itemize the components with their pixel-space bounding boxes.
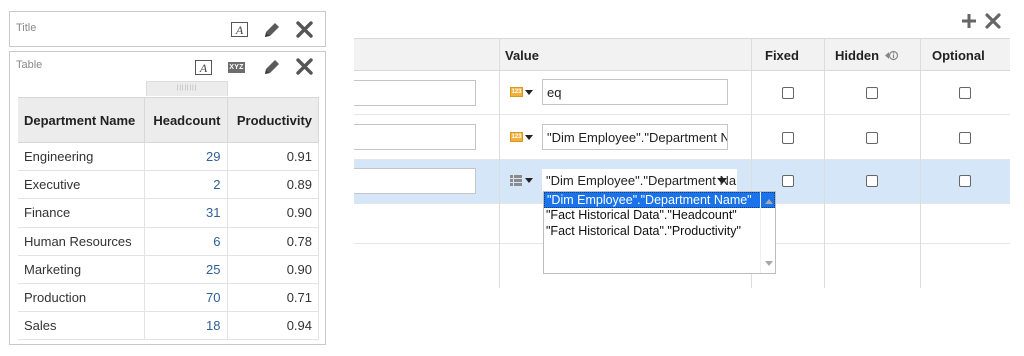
- value-type-button[interactable]: 123: [510, 87, 533, 97]
- chevron-down-icon[interactable]: [717, 178, 727, 184]
- chevron-down-icon: [525, 134, 533, 140]
- table-header-row: Department Name Headcount Productivity: [18, 97, 319, 143]
- format-text-icon[interactable]: A: [195, 60, 212, 75]
- fixed-checkbox[interactable]: [782, 132, 794, 144]
- plus-icon[interactable]: [961, 13, 977, 34]
- cell-department: Finance: [18, 198, 145, 228]
- dropdown-option[interactable]: "Fact Historical Data"."Productivity": [544, 224, 775, 240]
- table-row: Human Resources 6 0.78: [18, 226, 319, 256]
- cell-productivity: 0.90: [226, 254, 319, 284]
- title-view: Title A: [9, 11, 326, 47]
- cell-productivity: 0.71: [226, 282, 319, 313]
- cell-productivity: 0.94: [226, 311, 319, 341]
- cell-department: Production: [18, 282, 145, 313]
- column-divider: [499, 38, 500, 288]
- chevron-down-icon: [525, 178, 533, 183]
- optional-checkbox[interactable]: [959, 132, 971, 144]
- column-header[interactable]: Department Name: [18, 97, 145, 143]
- cell-department: Engineering: [18, 141, 145, 172]
- chevron-down-icon: [525, 89, 533, 95]
- grid-actions: [961, 13, 1001, 34]
- cell-productivity: 0.90: [226, 198, 319, 228]
- hidden-checkbox[interactable]: [866, 87, 878, 99]
- column-drag-handle[interactable]: ||||||||: [146, 81, 228, 96]
- table-row: Finance 31 0.90: [18, 198, 319, 228]
- optional-checkbox[interactable]: [959, 175, 971, 187]
- grid-header: Value Fixed Hidden Optional: [354, 38, 1010, 71]
- prompt-row: 123 "Dim Employee"."Department Nа: [354, 115, 1010, 160]
- fixed-checkbox[interactable]: [782, 175, 794, 187]
- column-header[interactable]: Productivity: [226, 97, 319, 143]
- cell-department: Executive: [18, 170, 145, 200]
- dropdown-scrollbar[interactable]: [760, 192, 775, 273]
- column-header-fixed: Fixed: [765, 48, 799, 63]
- column-header-hidden: Hidden: [835, 48, 898, 64]
- close-icon[interactable]: [296, 58, 313, 75]
- title-view-label: Title: [16, 22, 37, 34]
- xyz-icon[interactable]: XYZ: [228, 62, 245, 73]
- dropdown-option[interactable]: "Dim Employee"."Department Name": [544, 192, 775, 208]
- prompt-value-input[interactable]: eq: [542, 79, 728, 105]
- dropdown-option[interactable]: "Fact Historical Data"."Headcount": [544, 208, 775, 224]
- value-type-button[interactable]: [510, 175, 533, 186]
- number-type-icon: 123: [510, 87, 523, 97]
- prompt-value-select[interactable]: "Dim Employee"."Department Nа: [542, 169, 737, 192]
- info-icon[interactable]: [884, 49, 898, 64]
- prompt-name-input[interactable]: [354, 124, 476, 150]
- cell-department: Human Resources: [18, 226, 145, 256]
- hidden-checkbox[interactable]: [866, 132, 878, 144]
- hidden-checkbox[interactable]: [866, 175, 878, 187]
- prompt-value-select-text: "Dim Employee"."Department Nа: [546, 173, 737, 188]
- cell-headcount[interactable]: 29: [143, 141, 228, 172]
- value-type-button[interactable]: 123: [510, 132, 533, 142]
- cell-headcount[interactable]: 31: [143, 198, 228, 228]
- column-header-value: Value: [505, 48, 539, 63]
- data-table: Department Name Headcount Productivity E…: [18, 97, 319, 341]
- table-view: Table A XYZ |||||||| Department Name Hea…: [9, 51, 326, 345]
- optional-checkbox[interactable]: [959, 87, 971, 99]
- cell-productivity: 0.78: [226, 226, 319, 256]
- cell-headcount[interactable]: 70: [143, 282, 228, 313]
- cell-productivity: 0.89: [226, 170, 319, 200]
- format-text-icon[interactable]: A: [231, 22, 248, 37]
- table-row: Engineering 29 0.91: [18, 141, 319, 172]
- list-type-icon: [510, 175, 523, 186]
- close-icon[interactable]: [985, 13, 1001, 34]
- table-row: Marketing 25 0.90: [18, 254, 319, 284]
- scroll-down-icon[interactable]: [765, 261, 773, 266]
- number-type-icon: 123: [510, 132, 523, 142]
- prompt-row: 123 eq: [354, 71, 1010, 115]
- table-row: Executive 2 0.89: [18, 170, 319, 200]
- table-row: Sales 18 0.94: [18, 311, 319, 341]
- column-header-hidden-label: Hidden: [835, 48, 880, 63]
- cell-department: Marketing: [18, 254, 145, 284]
- column-divider: [920, 38, 921, 288]
- prompt-name-input[interactable]: [354, 168, 476, 194]
- cell-headcount[interactable]: 18: [143, 311, 228, 341]
- column-header-optional: Optional: [932, 48, 985, 63]
- column-divider: [824, 38, 825, 288]
- table-row: Production 70 0.71: [18, 282, 319, 313]
- scroll-up-icon[interactable]: [765, 199, 773, 204]
- table-view-label: Table: [16, 59, 43, 71]
- cell-headcount[interactable]: 25: [143, 254, 228, 284]
- cell-headcount[interactable]: 6: [143, 226, 228, 256]
- close-icon[interactable]: [296, 21, 313, 38]
- prompt-value-input[interactable]: "Dim Employee"."Department Nа: [542, 124, 728, 150]
- column-header[interactable]: Headcount: [143, 97, 228, 143]
- fixed-checkbox[interactable]: [782, 87, 794, 99]
- cell-department: Sales: [18, 311, 145, 341]
- value-dropdown-list[interactable]: "Dim Employee"."Department Name" "Fact H…: [543, 191, 776, 274]
- pencil-icon[interactable]: [262, 57, 282, 77]
- cell-productivity: 0.91: [226, 141, 319, 172]
- pencil-icon[interactable]: [262, 20, 282, 40]
- prompt-name-input[interactable]: [354, 80, 476, 106]
- cell-headcount[interactable]: 2: [143, 170, 228, 200]
